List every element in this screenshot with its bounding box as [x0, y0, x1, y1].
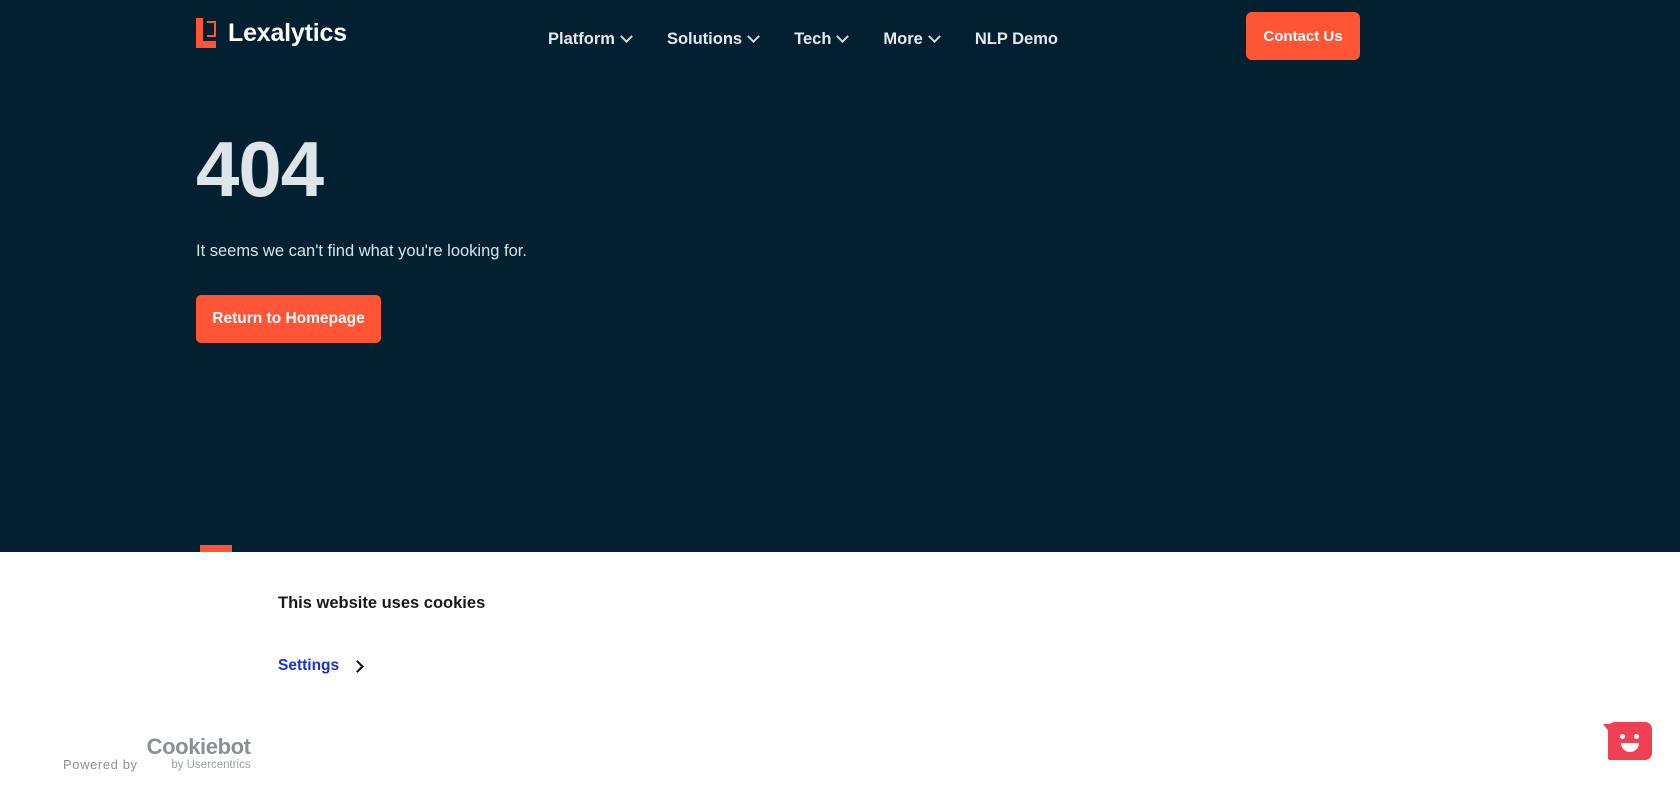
primary-navigation: Platform Solutions Tech More NLP Demo	[530, 24, 1076, 55]
nav-item-solutions[interactable]: Solutions	[649, 24, 776, 55]
chevron-down-icon	[927, 30, 941, 44]
error-code: 404	[196, 125, 324, 213]
chat-eye-left	[1620, 734, 1625, 739]
chevron-down-icon	[620, 30, 633, 44]
contact-us-button[interactable]: Contact Us	[1246, 12, 1360, 60]
cookiebot-subtitle: by Usercentrics	[171, 759, 251, 771]
nav-label: More	[883, 30, 923, 48]
lexalytics-l-mark-icon	[196, 18, 216, 48]
error-hero: 404 It seems we can't find what you're l…	[196, 130, 527, 343]
chevron-right-icon	[351, 659, 365, 673]
site-header: Lexalytics Platform Solutions Tech More …	[0, 0, 1680, 74]
cookiebot-logo: Cookiebot by Usercentrics	[147, 736, 251, 772]
nav-item-nlp-demo[interactable]: NLP Demo	[957, 24, 1076, 55]
cookie-settings-label: Settings	[278, 657, 340, 674]
nav-item-tech[interactable]: Tech	[776, 24, 865, 55]
nav-label: Tech	[794, 30, 832, 48]
page-root: Lexalytics Platform Solutions Tech More …	[0, 0, 1680, 791]
chevron-down-icon	[747, 30, 760, 44]
nav-label: NLP Demo	[974, 30, 1058, 48]
cookie-consent-banner: This website uses cookies Settings Allow…	[0, 552, 1680, 791]
chat-bubble	[1608, 722, 1652, 760]
cookiebot-name: Cookiebot	[146, 734, 251, 759]
nav-label: Solutions	[666, 30, 743, 48]
cookie-settings-link[interactable]: Settings	[278, 657, 365, 675]
site-logo[interactable]: Lexalytics	[196, 18, 347, 48]
nav-item-platform[interactable]: Platform	[530, 24, 649, 55]
chat-eye-right	[1634, 734, 1639, 739]
error-message: It seems we can't find what you're looki…	[196, 242, 527, 260]
return-to-homepage-button[interactable]: Return to Homepage	[196, 295, 381, 343]
cookie-banner-title: This website uses cookies	[278, 594, 486, 612]
nav-item-more[interactable]: More	[865, 24, 956, 55]
powered-by-label: Powered by	[63, 756, 138, 772]
powered-by-cookiebot[interactable]: Powered by Cookiebot by Usercentrics	[63, 736, 251, 772]
nav-label: Platform	[548, 30, 615, 48]
chat-smiley-icon[interactable]	[1603, 722, 1652, 760]
chevron-down-icon	[836, 30, 850, 44]
logo-text: Lexalytics	[228, 18, 347, 47]
